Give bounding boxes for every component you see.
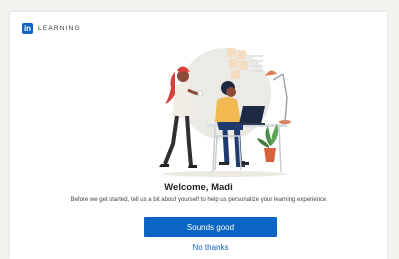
no-thanks-link[interactable]: No thanks <box>144 243 277 252</box>
brand-name: LEARNING <box>38 25 81 32</box>
floor-shadow <box>163 171 287 177</box>
linkedin-icon: in <box>22 23 33 34</box>
potted-plant <box>257 124 279 162</box>
linkedin-learning-logo: in LEARNING <box>22 23 81 34</box>
welcome-subtitle: Before we get started, tell us a bit abo… <box>70 197 327 203</box>
sounds-good-button[interactable]: Sounds good <box>144 217 277 237</box>
welcome-dialog: in LEARNING Welcome, Madi Before we get … <box>10 12 387 259</box>
welcome-illustration <box>159 48 291 177</box>
welcome-title: Welcome, Madi <box>164 182 233 193</box>
